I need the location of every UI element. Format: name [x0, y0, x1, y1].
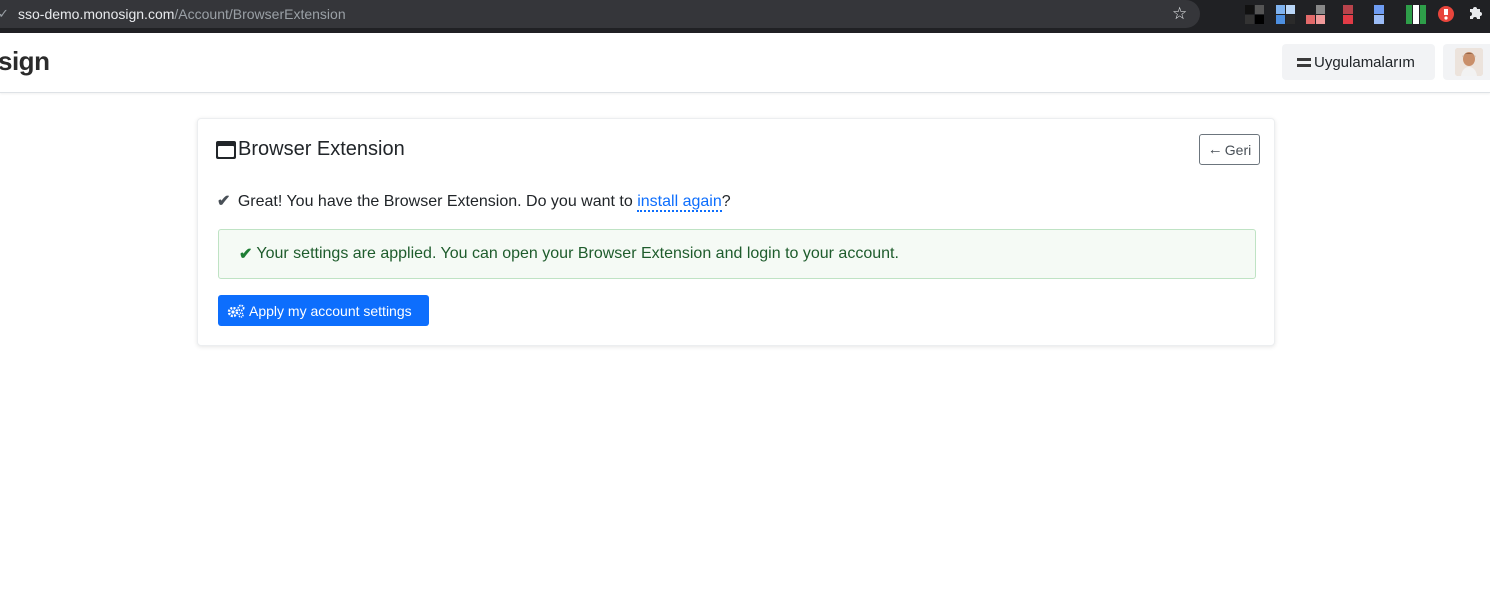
card-title: Browser Extension [216, 138, 405, 161]
url-host: sso-demo.monosign.com [18, 6, 175, 22]
extension-3-icon[interactable] [1306, 5, 1326, 25]
user-menu-button[interactable] [1443, 44, 1490, 80]
puzzle-icon[interactable] [1467, 4, 1485, 27]
extension-7-icon[interactable] [1437, 5, 1457, 25]
monosign-logo[interactable]: sign [0, 46, 50, 77]
extension-2-icon[interactable] [1276, 5, 1296, 25]
arrow-left-icon: ← [1207, 141, 1223, 158]
extension-5-icon[interactable] [1374, 5, 1394, 25]
success-alert: ✔ Your settings are applied. You can ope… [218, 229, 1256, 279]
window-icon [216, 140, 236, 159]
success-alert-text: Your settings are applied. You can open … [256, 245, 899, 262]
url-path: /Account/BrowserExtension [174, 6, 346, 22]
address-bar[interactable]: ✓ sso-demo.monosign.com/Account/BrowserE… [0, 0, 1200, 28]
extension-6-icon[interactable] [1406, 5, 1426, 25]
apply-settings-label: Apply my account settings [249, 302, 412, 319]
browser-toolbar: ✓ sso-demo.monosign.com/Account/BrowserE… [0, 0, 1490, 33]
install-again-link[interactable]: install again [637, 193, 722, 212]
avatar [1455, 48, 1483, 76]
browser-extension-card: Browser Extension ← Geri ✔ Great! You ha… [197, 118, 1275, 346]
cogs-icon [227, 304, 245, 318]
url-text[interactable]: sso-demo.monosign.com/Account/BrowserExt… [18, 6, 346, 22]
my-apps-label: Uygulamalarım [1314, 53, 1415, 71]
check-icon: ✔ [239, 246, 253, 263]
my-apps-button[interactable]: Uygulamalarım [1282, 44, 1435, 80]
extension-4-icon[interactable] [1343, 5, 1363, 25]
back-label: Geri [1224, 141, 1252, 158]
hamburger-icon [1297, 57, 1311, 67]
card-title-text: Browser Extension [238, 138, 405, 160]
extension-status: ✔ Great! You have the Browser Extension.… [217, 191, 731, 212]
app-navbar: sign Uygulamalarım [0, 33, 1490, 93]
back-button[interactable]: ← Geri [1199, 134, 1260, 165]
status-suffix: ? [721, 193, 731, 210]
apply-settings-button[interactable]: Apply my account settings [218, 295, 429, 326]
status-text: Great! You have the Browser Extension. D… [237, 193, 633, 210]
extension-1-icon[interactable] [1245, 5, 1265, 25]
star-icon[interactable]: ☆ [1172, 4, 1187, 24]
check-icon: ✔ [217, 193, 231, 210]
security-check-icon: ✓ [0, 6, 9, 21]
